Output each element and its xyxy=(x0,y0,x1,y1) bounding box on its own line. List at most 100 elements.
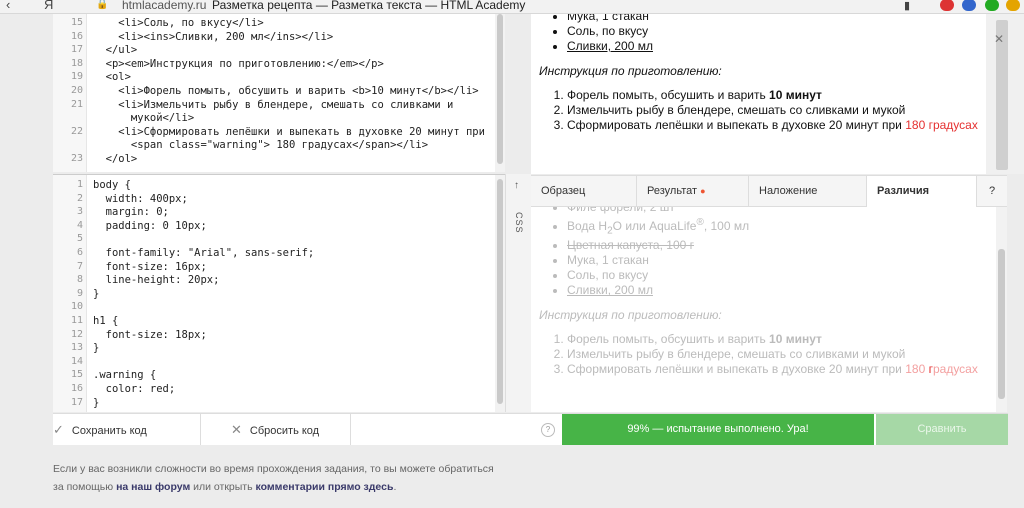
code-line[interactable]: font-size: 16px; xyxy=(93,261,207,273)
lock-icon[interactable]: 🔒 xyxy=(96,0,108,10)
diff-scrollbar[interactable] xyxy=(996,207,1007,412)
list-item: Мука, 1 стакан xyxy=(567,14,986,24)
line-number: 3 xyxy=(76,206,83,218)
help-note: Если у вас возникли сложности во время п… xyxy=(53,460,653,496)
line-number: 5 xyxy=(76,233,83,245)
css-panel-toggle[interactable]: ↑ CSS xyxy=(505,174,531,412)
list-item: Сливки, 200 мл xyxy=(567,39,986,54)
css-scrollbar[interactable] xyxy=(495,175,505,412)
code-line[interactable]: color: red; xyxy=(93,383,176,395)
code-line[interactable]: padding: 0 10px; xyxy=(93,220,207,232)
line-number: 12 xyxy=(70,328,83,340)
collapse-arrow-icon[interactable]: ↑ xyxy=(514,180,519,191)
code-line[interactable]: .warning { xyxy=(93,369,156,381)
code-line[interactable]: мукой</li> xyxy=(93,112,194,124)
code-line[interactable]: font-family: "Arial", sans-serif; xyxy=(93,247,315,259)
css-editor[interactable]: 1 body {2 width: 400px; 3 margin: 0; 4 padd… xyxy=(53,174,505,412)
html-editor[interactable]: 15 <li>Соль, по вкусу</li> 16 <li><ins>Сл… xyxy=(53,14,505,172)
save-code-button[interactable]: ✓ Сохранить код xyxy=(53,414,201,445)
status-dot-icon: ● xyxy=(700,186,706,196)
list-item: Вода H2O или AquaLife®, 100 мл xyxy=(567,215,1007,238)
code-line[interactable]: <p><em>Инструкция по приготовлению:</em>… xyxy=(93,58,384,70)
code-line[interactable]: <li><ins>Сливки, 200 мл</ins></li> xyxy=(93,31,333,43)
preview-scrollbar[interactable]: ✕ xyxy=(986,14,1024,174)
browser-toolbar: ‹ Я 🔒 htmlacademy.ru Разметка рецепта — … xyxy=(0,0,1024,14)
tab-help[interactable]: ? xyxy=(977,176,1007,207)
line-number: 19 xyxy=(70,71,83,83)
help-icon[interactable]: ? xyxy=(541,423,555,437)
tab-result[interactable]: Результат ● xyxy=(637,176,749,207)
list-item: Сформировать лепёшки и выпекать в духовк… xyxy=(567,362,1007,377)
view-tabs: Образец Результат ● Наложение Различия ? xyxy=(531,175,1007,207)
scroll-thumb[interactable] xyxy=(998,249,1005,399)
line-number: 21 xyxy=(70,98,83,110)
list-item: Сформировать лепёшки и выпекать в духовк… xyxy=(567,118,986,133)
code-line[interactable]: </ul> xyxy=(93,44,138,56)
code-line[interactable]: font-size: 18px; xyxy=(93,329,207,341)
line-number: 16 xyxy=(70,30,83,42)
differences-view: Филе форели, 2 шт Вода H2O или AquaLife®… xyxy=(531,207,1007,412)
css-label: CSS xyxy=(514,212,524,234)
extension-icon[interactable] xyxy=(962,0,976,11)
list-item: Сливки, 200 мл xyxy=(567,283,1007,298)
cross-icon: ✕ xyxy=(231,422,242,437)
code-line[interactable]: <li>Соль, по вкусу</li> xyxy=(93,17,263,29)
instruction-heading: Инструкция по приготовлению: xyxy=(539,308,722,323)
code-line[interactable]: margin: 0; xyxy=(93,206,169,218)
line-number: 17 xyxy=(70,396,83,408)
list-item: Соль, по вкусу xyxy=(567,24,986,39)
action-bar: ✓ Сохранить код ✕ Сбросить код ? 99% — исп… xyxy=(53,413,1008,445)
page-title: Разметка рецепта — Разметка текста — HTM… xyxy=(212,0,526,12)
code-line[interactable]: width: 400px; xyxy=(93,193,188,205)
close-icon[interactable]: ✕ xyxy=(994,32,1004,46)
reset-code-button[interactable]: ✕ Сбросить код xyxy=(201,414,351,445)
list-item: Форель помыть, обсушить и варить 10 мину… xyxy=(567,88,986,103)
yandex-icon[interactable]: Я xyxy=(44,0,53,12)
line-number: 9 xyxy=(76,287,83,299)
line-number: 1 xyxy=(76,179,83,190)
html-scrollbar[interactable] xyxy=(495,14,505,172)
code-line[interactable]: line-height: 20px; xyxy=(93,274,220,286)
list-item: Филе форели, 2 шт xyxy=(567,207,1007,215)
line-number: 14 xyxy=(70,355,83,367)
bookmark-icon[interactable]: ▮ xyxy=(904,0,910,12)
code-line[interactable]: } xyxy=(93,288,99,300)
result-preview: Мука, 1 стакан Соль, по вкусу Сливки, 20… xyxy=(531,14,986,174)
forum-link[interactable]: на наш форум xyxy=(116,481,190,493)
tab-differences[interactable]: Различия xyxy=(867,176,977,207)
adblock-icon[interactable] xyxy=(940,0,954,11)
line-number: 17 xyxy=(70,44,83,56)
compare-button[interactable]: Сравнить xyxy=(876,414,1008,445)
help-text: за помощью на наш форум или открыть комм… xyxy=(53,481,397,493)
tab-sample[interactable]: Образец xyxy=(531,176,637,207)
line-number: 13 xyxy=(70,342,83,354)
result-status-bar: 99% — испытание выполнено. Ура! xyxy=(562,414,874,445)
line-number: 15 xyxy=(70,369,83,381)
comments-link[interactable]: комментарии прямо здесь xyxy=(256,481,394,493)
line-number: 8 xyxy=(76,274,83,286)
code-line[interactable]: </ol> xyxy=(93,153,138,165)
code-line[interactable]: h1 { xyxy=(93,315,118,327)
address-bar[interactable]: htmlacademy.ru xyxy=(122,0,206,12)
code-line[interactable]: <ol> xyxy=(93,71,131,83)
line-number: 23 xyxy=(70,153,83,164)
code-line[interactable]: body { xyxy=(93,179,131,191)
code-line[interactable]: <span class="warning"> 180 градусах</spa… xyxy=(93,139,428,151)
code-line[interactable]: } xyxy=(93,397,99,409)
back-icon[interactable]: ‹ xyxy=(6,0,10,12)
line-number: 18 xyxy=(70,57,83,69)
list-item: Мука, 1 стакан xyxy=(567,253,1007,268)
code-line[interactable]: <li>Сформировать лепёшки и выпекать в ду… xyxy=(93,126,485,138)
extension-icon[interactable] xyxy=(1006,0,1020,11)
code-line[interactable]: } xyxy=(93,342,99,354)
code-line[interactable]: <li>Измельчить рыбу в блендере, смешать … xyxy=(93,99,453,111)
scroll-thumb[interactable] xyxy=(497,179,503,404)
code-line[interactable]: <li>Форель помыть, обсушить и варить <b>… xyxy=(93,85,478,97)
list-item: Соль, по вкусу xyxy=(567,268,1007,283)
line-number: 20 xyxy=(70,85,83,96)
extension-icon[interactable] xyxy=(985,0,999,11)
tab-overlay[interactable]: Наложение xyxy=(749,176,867,207)
scroll-thumb[interactable] xyxy=(497,14,503,164)
list-item: Цветная капуста, 100 г xyxy=(567,238,1007,253)
list-item: Форель помыть, обсушить и варить 10 мину… xyxy=(567,332,1007,347)
